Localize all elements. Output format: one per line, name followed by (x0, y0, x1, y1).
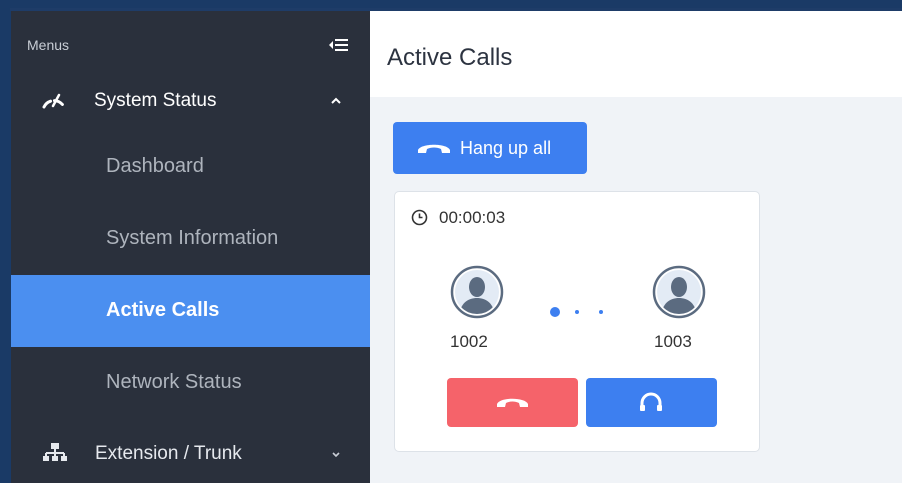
chevron-up-icon (329, 94, 343, 106)
chevron-down-icon (329, 447, 343, 459)
clock-icon (411, 209, 428, 226)
page-header: Active Calls (370, 11, 902, 97)
hang-up-call-button[interactable] (447, 378, 578, 427)
callee-avatar-icon (652, 265, 706, 319)
sidebar-item-label: Network Status (106, 371, 242, 393)
caller-extension: 1002 (450, 332, 488, 351)
sidebar-section-system-status[interactable]: System Status (11, 76, 370, 124)
collapse-menu-icon[interactable] (328, 38, 348, 52)
sidebar-section-label: Extension / Trunk (95, 443, 242, 464)
menus-header: Menus (11, 11, 370, 81)
hang-up-all-label: Hang up all (460, 138, 552, 158)
sidebar-section-label: System Status (94, 90, 217, 111)
page-title: Active Calls (387, 44, 513, 71)
sidebar-item-active-calls[interactable]: Active Calls (11, 275, 370, 347)
callee-extension: 1003 (654, 332, 692, 351)
sidebar-section-extension-trunk[interactable]: Extension / Trunk (11, 429, 370, 477)
sidebar-item-dashboard[interactable]: Dashboard (11, 131, 370, 203)
call-duration: 00:00:03 (439, 208, 506, 227)
hang-up-all-button[interactable]: Hang up all (393, 122, 587, 174)
sidebar: Menus System Status Dashboard System Inf… (11, 11, 370, 483)
speedometer-icon (41, 88, 67, 110)
network-tree-icon (42, 441, 68, 463)
sidebar-item-label: System Information (106, 227, 279, 249)
hang-up-icon (497, 398, 528, 407)
menus-label: Menus (27, 37, 70, 53)
caller-avatar-icon (450, 265, 504, 319)
sidebar-item-network-status[interactable]: Network Status (11, 347, 370, 419)
sidebar-item-label: Dashboard (106, 155, 204, 177)
active-call-card: 00:00:03 1002 1003 (394, 191, 760, 452)
call-progress-dots-icon (549, 305, 609, 319)
sidebar-item-system-information[interactable]: System Information (11, 203, 370, 275)
sidebar-item-label: Active Calls (106, 299, 220, 321)
listen-call-button[interactable] (586, 378, 717, 427)
headset-icon (640, 392, 662, 411)
hang-up-icon (417, 141, 451, 155)
